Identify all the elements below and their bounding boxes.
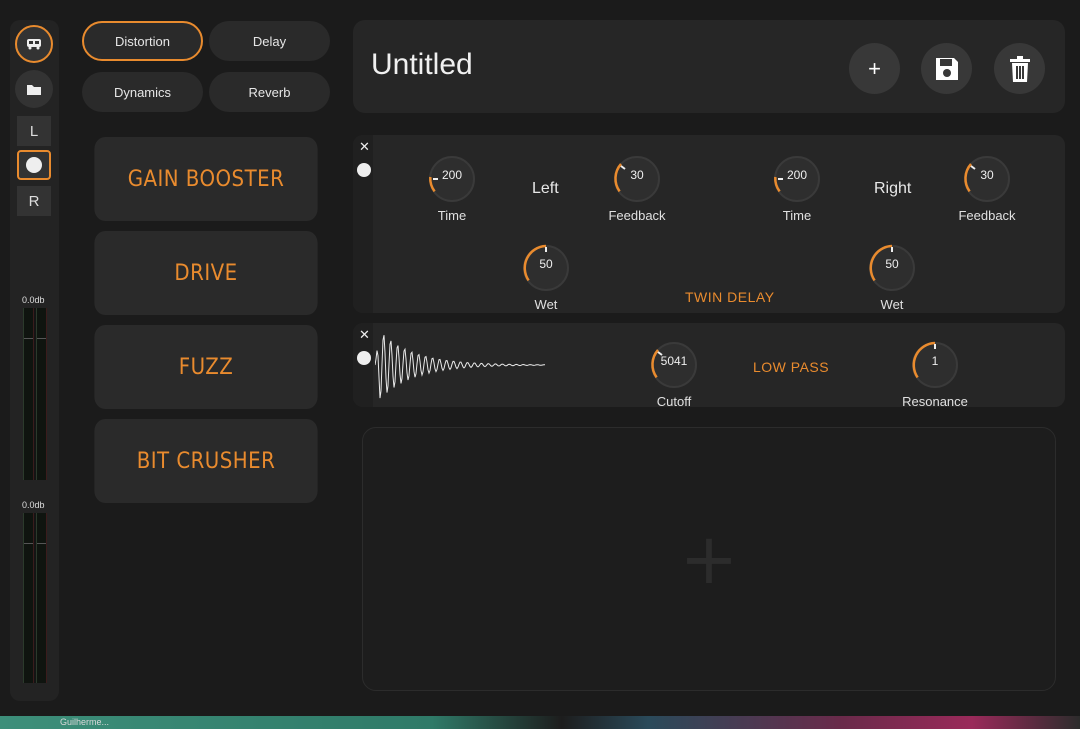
tab-dynamics[interactable]: Dynamics — [82, 72, 203, 112]
trash-icon — [1009, 55, 1030, 82]
knob-left-feedback[interactable]: 30 Feedback — [608, 153, 666, 223]
stereo-dot-icon — [26, 157, 42, 173]
level-meter — [23, 513, 47, 683]
save-icon — [935, 57, 958, 80]
effect-title: TWIN DELAY — [685, 289, 775, 305]
right-label: Right — [874, 180, 912, 197]
plus-icon: + — [679, 518, 739, 600]
knob-left-time[interactable]: 200 Time — [426, 153, 478, 223]
knob-left-wet[interactable]: 50 Wet — [520, 242, 572, 312]
knob-cutoff[interactable]: 5041 Cutoff — [648, 339, 700, 409]
add-icon: + — [868, 55, 881, 81]
effect-bit-crusher[interactable]: BIT CRUSHER — [94, 419, 318, 503]
bus-button[interactable] — [15, 25, 53, 63]
tab-reverb[interactable]: Reverb — [209, 72, 330, 112]
app-window: L R 0.0db 0.0db Distortion Delay Dynamic… — [0, 0, 1076, 722]
effect-title: LOW PASS — [753, 359, 830, 375]
left-label: Left — [532, 180, 559, 197]
tab-delay[interactable]: Delay — [209, 21, 330, 61]
knob-resonance[interactable]: 1 Resonance — [902, 339, 968, 409]
effect-gain-booster[interactable]: GAIN BOOSTER — [94, 137, 318, 221]
save-button[interactable] — [921, 43, 972, 94]
add-effect-dropzone[interactable]: + — [362, 427, 1056, 691]
close-icon[interactable]: ✕ — [359, 327, 370, 343]
preset-title[interactable]: Untitled — [371, 48, 473, 82]
delete-button[interactable] — [994, 43, 1045, 94]
channel-stereo-button[interactable] — [17, 150, 51, 180]
waveform-display — [375, 335, 546, 399]
folder-icon — [27, 84, 41, 95]
channel-right-button[interactable]: R — [17, 186, 51, 216]
folder-button[interactable] — [15, 70, 53, 108]
meter-label: 0.0db — [22, 295, 45, 305]
bypass-toggle[interactable] — [357, 163, 371, 177]
preset-header: Untitled + — [353, 20, 1065, 113]
knob-right-feedback[interactable]: 30 Feedback — [958, 153, 1016, 223]
os-taskbar — [0, 716, 1080, 729]
knob-right-time[interactable]: 200 Time — [771, 153, 823, 223]
panel-handle[interactable] — [353, 135, 373, 313]
effect-drive[interactable]: DRIVE — [94, 231, 318, 315]
taskbar-label[interactable]: Guilherme... — [60, 717, 109, 727]
tab-distortion[interactable]: Distortion — [82, 21, 203, 61]
channel-left-button[interactable]: L — [17, 116, 51, 146]
effect-fuzz[interactable]: FUZZ — [94, 325, 318, 409]
knob-right-wet[interactable]: 50 Wet — [866, 242, 918, 312]
low-pass-panel: ✕ 5041 Cutoff LOW PASS 1 Resonance — [353, 323, 1065, 409]
sidebar: L R 0.0db 0.0db — [10, 20, 59, 701]
bus-icon — [27, 39, 41, 50]
twin-delay-panel: ✕ 200 Time Left 30 Feedback 200 Time Rig… — [353, 135, 1065, 313]
level-meter — [23, 308, 47, 480]
bypass-toggle[interactable] — [357, 351, 371, 365]
add-preset-button[interactable]: + — [849, 43, 900, 94]
close-icon[interactable]: ✕ — [359, 139, 370, 155]
meter-label: 0.0db — [22, 500, 45, 510]
